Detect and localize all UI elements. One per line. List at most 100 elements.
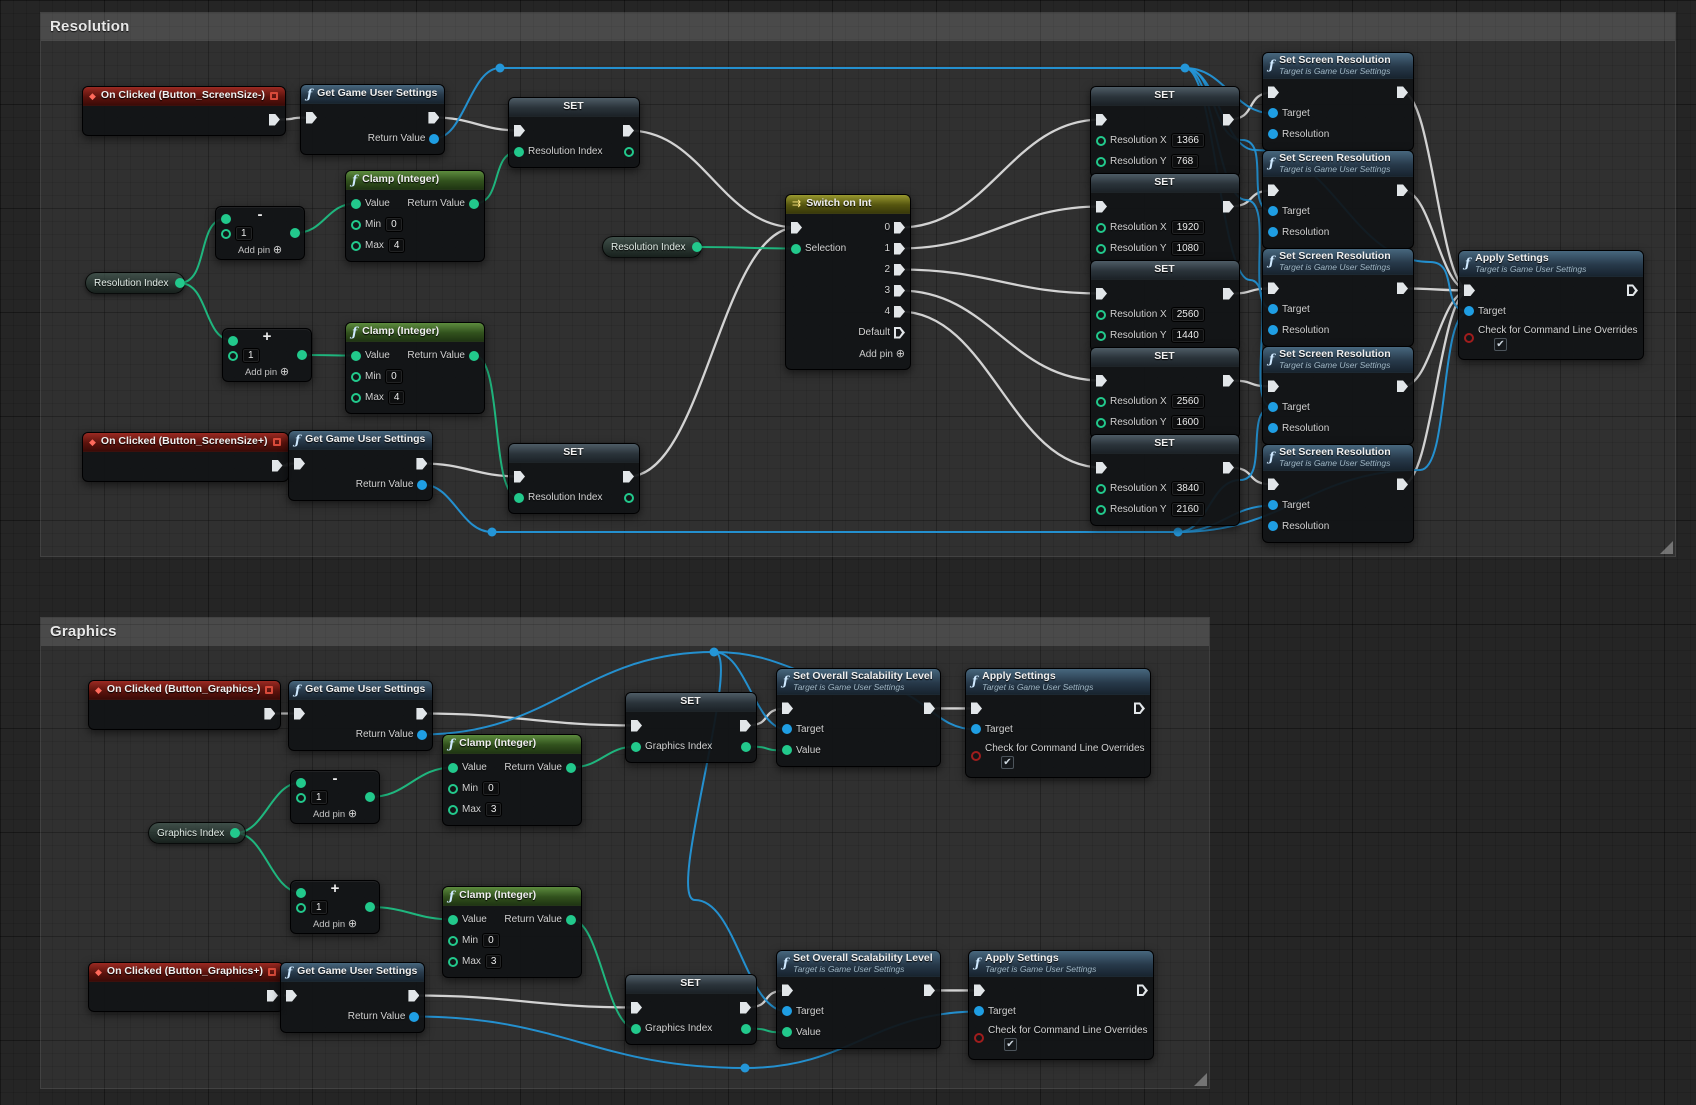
delegate-pin[interactable] bbox=[273, 438, 281, 446]
max-pin[interactable] bbox=[448, 805, 458, 815]
o1-pin[interactable] bbox=[894, 243, 905, 255]
node-header[interactable]: ƒClamp (Integer) bbox=[443, 735, 581, 754]
node-header[interactable]: SET bbox=[1091, 348, 1239, 367]
pin-value-field[interactable]: 3 bbox=[485, 802, 503, 817]
add-pin-button[interactable]: Add pin ⊕ bbox=[859, 347, 905, 360]
node-setRI2[interactable]: SETResolution Index bbox=[508, 443, 640, 514]
ret-pin[interactable] bbox=[417, 730, 427, 740]
sel-pin[interactable] bbox=[791, 244, 801, 254]
execOut-pin[interactable] bbox=[740, 1002, 751, 1014]
execIn-pin[interactable] bbox=[1096, 462, 1107, 474]
node-header[interactable]: ƒGet Game User Settings bbox=[281, 963, 424, 982]
pin-value-field[interactable]: 1 bbox=[235, 226, 253, 241]
node-ssr1[interactable]: ƒSet Screen ResolutionTarget is Game Use… bbox=[1262, 52, 1414, 151]
o2-pin[interactable] bbox=[894, 264, 905, 276]
execIn-pin[interactable] bbox=[974, 984, 985, 996]
max-pin[interactable] bbox=[351, 241, 361, 251]
execIn-pin[interactable] bbox=[514, 125, 525, 137]
execIn-pin[interactable] bbox=[1464, 284, 1475, 296]
pin-value-field[interactable]: 1 bbox=[310, 790, 328, 805]
node-evtSSp[interactable]: ◆On Clicked (Button_ScreenSize+) bbox=[82, 432, 289, 482]
node-get3[interactable]: ƒGet Game User SettingsReturn Value bbox=[288, 680, 433, 751]
comment-resize-grip[interactable] bbox=[1660, 541, 1673, 554]
valIn-pin[interactable] bbox=[631, 1024, 641, 1034]
o0-pin[interactable] bbox=[894, 222, 905, 234]
pin-value-field[interactable]: 0 bbox=[482, 933, 500, 948]
execIn-pin[interactable] bbox=[971, 702, 982, 714]
pin-value-field[interactable]: 1600 bbox=[1171, 415, 1205, 430]
max-pin[interactable] bbox=[351, 393, 361, 403]
execOut-pin[interactable] bbox=[1223, 114, 1234, 126]
execOut-pin[interactable] bbox=[623, 471, 634, 483]
pin-value-field[interactable]: 4 bbox=[388, 238, 406, 253]
node-header[interactable]: ◆On Clicked (Button_ScreenSize+) bbox=[83, 433, 288, 452]
node-apply2[interactable]: ƒApply SettingsTarget is Game User Setti… bbox=[965, 668, 1151, 778]
target-pin[interactable] bbox=[782, 1006, 792, 1016]
execIn-pin[interactable] bbox=[782, 984, 793, 996]
execIn-pin[interactable] bbox=[1096, 288, 1107, 300]
add-pin-button[interactable]: Add pin ⊕ bbox=[223, 363, 311, 378]
min-pin[interactable] bbox=[448, 936, 458, 946]
node-header[interactable]: ƒApply SettingsTarget is Game User Setti… bbox=[1459, 251, 1643, 277]
node-header[interactable]: ƒGet Game User Settings bbox=[289, 431, 432, 450]
target-pin[interactable] bbox=[1268, 108, 1278, 118]
pin-value-field[interactable]: 1440 bbox=[1171, 328, 1205, 343]
in2-pin[interactable] bbox=[221, 229, 231, 239]
node-sosl1[interactable]: ƒSet Overall Scalability LevelTarget is … bbox=[776, 668, 941, 767]
value-pin[interactable] bbox=[351, 351, 361, 361]
checkbox[interactable]: ✔ bbox=[1494, 338, 1507, 351]
valOut-pin[interactable] bbox=[741, 1024, 751, 1034]
ret-pin[interactable] bbox=[417, 480, 427, 490]
res-pin[interactable] bbox=[1268, 227, 1278, 237]
valOut-pin[interactable] bbox=[741, 742, 751, 752]
value-pin[interactable] bbox=[351, 199, 361, 209]
blueprint-graph-canvas[interactable]: ResolutionGraphics◆On Clicked (Button_Sc… bbox=[0, 0, 1696, 1105]
execOut-pin[interactable] bbox=[267, 990, 278, 1002]
node-apply3[interactable]: ƒApply SettingsTarget is Game User Setti… bbox=[968, 950, 1154, 1060]
ry-pin[interactable] bbox=[1096, 505, 1106, 515]
node-get2[interactable]: ƒGet Game User SettingsReturn Value bbox=[288, 430, 433, 501]
execIn-pin[interactable] bbox=[1268, 380, 1279, 392]
add-pin-button[interactable]: Add pin ⊕ bbox=[216, 241, 304, 256]
math-node-add2[interactable]: +1Add pin ⊕ bbox=[290, 880, 380, 934]
out-pin[interactable] bbox=[297, 350, 307, 360]
pin-value-field[interactable]: 1366 bbox=[1171, 133, 1205, 148]
res-pin[interactable] bbox=[1268, 521, 1278, 531]
valIn-pin[interactable] bbox=[514, 493, 524, 503]
ret-pin[interactable] bbox=[566, 763, 576, 773]
node-header[interactable]: ƒSet Screen ResolutionTarget is Game Use… bbox=[1263, 249, 1413, 275]
execIn-pin[interactable] bbox=[782, 702, 793, 714]
node-header[interactable]: SET bbox=[626, 975, 756, 994]
min-pin[interactable] bbox=[351, 372, 361, 382]
node-header[interactable]: ƒClamp (Integer) bbox=[346, 323, 484, 342]
node-setXY5[interactable]: SETResolution X3840Resolution Y2160 bbox=[1090, 434, 1240, 526]
execOut-pin[interactable] bbox=[1223, 201, 1234, 213]
valOut-pin[interactable] bbox=[624, 493, 634, 503]
ry-pin[interactable] bbox=[1096, 418, 1106, 428]
pin-value-field[interactable]: 0 bbox=[385, 217, 403, 232]
execOut-pin[interactable] bbox=[924, 702, 935, 714]
node-setXY4[interactable]: SETResolution X2560Resolution Y1600 bbox=[1090, 347, 1240, 439]
node-get1[interactable]: ƒGet Game User SettingsReturn Value bbox=[300, 84, 445, 155]
node-setRI1[interactable]: SETResolution Index bbox=[508, 97, 640, 168]
odef-pin[interactable] bbox=[894, 327, 905, 339]
delegate-pin[interactable] bbox=[270, 92, 278, 100]
execIn-pin[interactable] bbox=[1268, 86, 1279, 98]
node-setGI2[interactable]: SETGraphics Index bbox=[625, 974, 757, 1045]
node-clamp4[interactable]: ƒClamp (Integer)ValueReturn ValueMin0Max… bbox=[442, 886, 582, 978]
math-node-sub2[interactable]: -1Add pin ⊕ bbox=[290, 770, 380, 824]
min-pin[interactable] bbox=[448, 784, 458, 794]
node-header[interactable]: ƒClamp (Integer) bbox=[346, 171, 484, 190]
value-pin[interactable] bbox=[448, 763, 458, 773]
ret-pin[interactable] bbox=[409, 1012, 419, 1022]
node-apply1[interactable]: ƒApply SettingsTarget is Game User Setti… bbox=[1458, 250, 1644, 360]
node-setXY3[interactable]: SETResolution X2560Resolution Y1440 bbox=[1090, 260, 1240, 352]
node-header[interactable]: ƒGet Game User Settings bbox=[289, 681, 432, 700]
node-setGI1[interactable]: SETGraphics Index bbox=[625, 692, 757, 763]
valOut-pin[interactable] bbox=[624, 147, 634, 157]
node-header[interactable]: ƒSet Screen ResolutionTarget is Game Use… bbox=[1263, 445, 1413, 471]
out-pin[interactable] bbox=[365, 902, 375, 912]
pin-value-field[interactable]: 2160 bbox=[1171, 502, 1205, 517]
execOut-pin[interactable] bbox=[1223, 375, 1234, 387]
node-ssr5[interactable]: ƒSet Screen ResolutionTarget is Game Use… bbox=[1262, 444, 1414, 543]
